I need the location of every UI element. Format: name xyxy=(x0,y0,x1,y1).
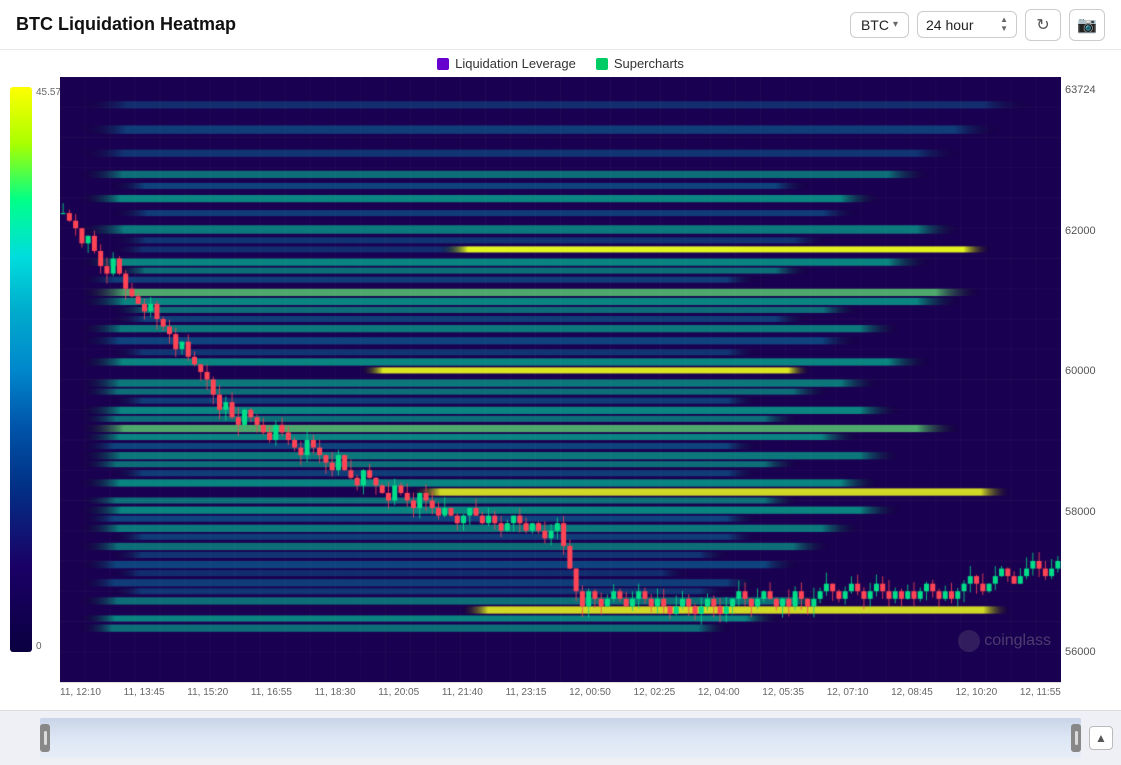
x-axis-spacer-left xyxy=(0,682,60,710)
minimap-background xyxy=(40,718,1081,758)
legend-color-2 xyxy=(596,58,608,70)
x-label-11: 12, 05:35 xyxy=(762,687,804,698)
legend-item-1: Liquidation Leverage xyxy=(437,56,576,71)
legend-color-1 xyxy=(437,58,449,70)
collapse-button[interactable]: ▲ xyxy=(1089,726,1113,750)
x-axis-spacer-right xyxy=(1061,682,1121,710)
time-dropdown[interactable]: 24 hour ▲ ▼ xyxy=(917,11,1017,38)
app-container: BTC Liquidation Heatmap BTC ▾ 24 hour ▲ … xyxy=(0,0,1121,765)
asset-dropdown[interactable]: BTC ▾ xyxy=(850,12,909,38)
down-arrow-icon: ▼ xyxy=(1000,25,1008,33)
minimap-handle-right[interactable] xyxy=(1071,724,1081,752)
x-label-14: 12, 10:20 xyxy=(955,687,997,698)
chart-row: 45.57M 0 coinglass 63724 62000 60000 580… xyxy=(0,77,1121,682)
handle-left-inner xyxy=(44,731,47,745)
x-label-3: 11, 16:55 xyxy=(251,687,292,698)
heatmap-canvas xyxy=(60,77,1061,682)
x-label-15: 12, 11:55 xyxy=(1020,687,1061,698)
handle-right-inner xyxy=(1075,731,1078,745)
bottom-panel: ▲ xyxy=(0,710,1121,765)
refresh-button[interactable]: ↻ xyxy=(1025,9,1061,41)
price-label-58000: 58000 xyxy=(1065,507,1096,518)
x-axis-labels: 11, 12:10 11, 13:45 11, 15:20 11, 16:55 11, … xyxy=(60,682,1061,710)
time-label: 24 hour xyxy=(926,17,973,33)
legend: Liquidation Leverage Supercharts xyxy=(0,50,1121,77)
minimap xyxy=(40,718,1081,758)
time-arrows: ▲ ▼ xyxy=(1000,16,1008,33)
x-label-2: 11, 15:20 xyxy=(187,687,228,698)
main-chart: coinglass xyxy=(60,77,1061,682)
camera-icon: 📷 xyxy=(1077,15,1097,35)
asset-label: BTC xyxy=(861,17,889,33)
x-label-1: 11, 13:45 xyxy=(124,687,165,698)
up-arrow-icon: ▲ xyxy=(1000,16,1008,24)
page-title: BTC Liquidation Heatmap xyxy=(16,14,236,35)
x-label-5: 11, 20:05 xyxy=(378,687,419,698)
camera-button[interactable]: 📷 xyxy=(1069,9,1105,41)
watermark-coin-icon xyxy=(958,630,980,652)
x-label-4: 11, 18:30 xyxy=(315,687,356,698)
x-axis-row: 11, 12:10 11, 13:45 11, 15:20 11, 16:55 11, … xyxy=(0,682,1121,710)
legend-label-2: Supercharts xyxy=(614,56,684,71)
x-label-13: 12, 08:45 xyxy=(891,687,933,698)
refresh-icon: ↻ xyxy=(1036,15,1049,35)
price-label-62000: 62000 xyxy=(1065,226,1096,237)
asset-dropdown-arrow: ▾ xyxy=(893,19,898,30)
price-label-63724: 63724 xyxy=(1065,85,1096,96)
x-label-7: 11, 23:15 xyxy=(505,687,546,698)
x-label-0: 11, 12:10 xyxy=(60,687,101,698)
watermark-text: coinglass xyxy=(984,632,1051,650)
price-label-56000: 56000 xyxy=(1065,647,1096,658)
header-controls: BTC ▾ 24 hour ▲ ▼ ↻ 📷 xyxy=(850,9,1105,41)
collapse-icon: ▲ xyxy=(1095,731,1107,745)
x-label-8: 12, 00:50 xyxy=(569,687,611,698)
color-bar xyxy=(10,87,32,652)
x-label-12: 12, 07:10 xyxy=(827,687,869,698)
minimap-handle-left[interactable] xyxy=(40,724,50,752)
header: BTC Liquidation Heatmap BTC ▾ 24 hour ▲ … xyxy=(0,0,1121,50)
x-label-10: 12, 04:00 xyxy=(698,687,740,698)
chart-wrapper: 45.57M 0 coinglass 63724 62000 60000 580… xyxy=(0,77,1121,710)
legend-item-2: Supercharts xyxy=(596,56,684,71)
x-label-9: 12, 02:25 xyxy=(634,687,676,698)
x-label-6: 11, 21:40 xyxy=(442,687,483,698)
watermark: coinglass xyxy=(958,630,1051,652)
price-label-60000: 60000 xyxy=(1065,366,1096,377)
y-axis-left: 45.57M 0 xyxy=(0,77,60,682)
y-axis-right: 63724 62000 60000 58000 56000 xyxy=(1061,77,1121,682)
legend-label-1: Liquidation Leverage xyxy=(455,56,576,71)
